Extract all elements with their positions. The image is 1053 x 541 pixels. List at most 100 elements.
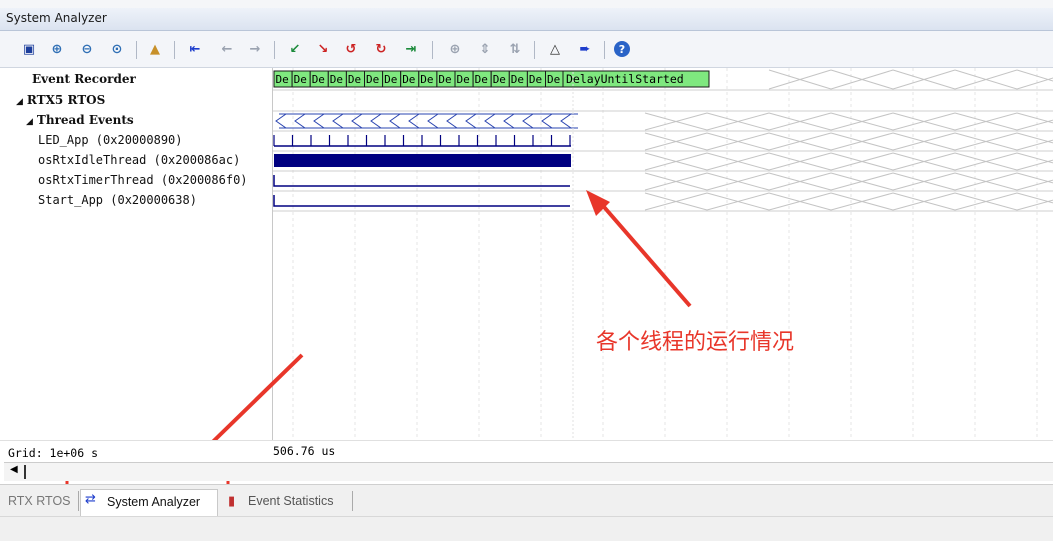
idle-thread-bar[interactable] [274, 154, 571, 167]
delta-icon[interactable]: △ [546, 40, 564, 58]
jump-start-icon[interactable]: ⇤ [186, 40, 204, 58]
grid-label: Grid: 1e+06 s [8, 446, 99, 460]
tab-system-analyzer[interactable]: ⇄ System Analyzer [80, 489, 218, 516]
toolbar-separator [534, 41, 535, 59]
thread-event-chevron [275, 113, 287, 129]
event-cell-label: De [438, 73, 451, 86]
system-analyzer-icon: ⇄ [85, 492, 96, 507]
thread-event-chevron [484, 113, 496, 129]
timeline-plot[interactable]: De De De De De De De De De De De De De De De De DelayUn… [273, 68, 1053, 440]
thread-event-chevron [294, 113, 306, 129]
no-data-hatch [644, 112, 1053, 211]
hatch-line [1016, 119, 1053, 131]
cursor-icon[interactable]: ⊕ [446, 40, 464, 58]
next-icon[interactable]: → [246, 40, 264, 58]
thread-event-chevron [427, 113, 439, 129]
event-cell-label: De [348, 73, 361, 86]
last-event-text: DelayUntilStarted [566, 72, 684, 86]
timeline-svg: De De De De De De De De De De De De De De De De DelayUn… [273, 68, 1053, 440]
event-cell-label: De [294, 73, 307, 86]
help-icon[interactable]: ? [614, 41, 630, 57]
scroll-left-icon[interactable]: ◀ [10, 464, 18, 475]
tab-rtx-rtos[interactable]: RTX RTOS [8, 494, 71, 508]
window-title: System Analyzer [6, 11, 107, 25]
row-separators [273, 89, 1053, 212]
thread-event-chevron [446, 113, 458, 129]
status-bar [0, 516, 1053, 541]
window-titlebar: System Analyzer [0, 8, 1053, 31]
collapse-triangle-icon[interactable]: ◢ [16, 97, 23, 107]
thread-events-track [275, 113, 578, 129]
event-cell-label: De [457, 73, 470, 86]
toolbar-separator [274, 41, 275, 59]
horizontal-scrollbar[interactable]: ◀ [4, 462, 1053, 481]
toolbar-separator [432, 41, 433, 59]
grid-info-bar: Grid: 1e+06 s 506.76 us [0, 440, 1053, 463]
event-cell-label: De [402, 73, 415, 86]
thread-event-chevron [503, 113, 515, 129]
thread-event-chevron [370, 113, 382, 129]
signal-tree: Event Recorder ◢ RTX5 RTOS ◢ Thread Events… [0, 68, 272, 440]
hatch-line [1016, 199, 1053, 211]
save-icon[interactable]: ▣ [20, 40, 38, 58]
event-cell-label: De [276, 73, 289, 86]
prev-icon[interactable]: ← [218, 40, 236, 58]
timeline-grid [292, 68, 1038, 440]
thread-event-chevron [389, 113, 401, 129]
rtx5-label: RTX5 RTOS [26, 93, 106, 107]
tab-bar: RTX RTOS ⇄ System Analyzer ▮ Event Stati… [0, 484, 1053, 517]
event-cell-label: De [529, 73, 542, 86]
lock-icon[interactable]: ▲ [146, 40, 164, 58]
event-cell-label: De [475, 73, 488, 86]
thread-event-chevron [313, 113, 325, 129]
marker-icon[interactable]: ⇅ [506, 40, 524, 58]
next-event-icon[interactable]: ↘ [314, 40, 332, 58]
thread-row-idle[interactable]: osRtxIdleThread (0x200086ac) [38, 153, 240, 167]
annotation-text: 各个线程的运行情况 [596, 330, 795, 355]
scroll-thumb[interactable] [24, 465, 26, 479]
zoom-out-icon[interactable]: ⊖ [78, 40, 96, 58]
start-app-line[interactable] [273, 195, 570, 207]
collapse-triangle-icon[interactable]: ◢ [26, 117, 33, 127]
thread-row-start-app[interactable]: Start_App (0x20000638) [38, 193, 197, 207]
event-cell-label: De [330, 73, 343, 86]
tab-separator [78, 491, 79, 511]
event-cell-label: De [420, 73, 433, 86]
led-app-track [273, 135, 571, 147]
thread-event-chevron [332, 113, 344, 129]
event-cell-label: De [511, 73, 524, 86]
tab-event-statistics[interactable]: Event Statistics [248, 494, 333, 508]
hatch-line [1016, 77, 1053, 90]
prev-error-icon[interactable]: ↺ [342, 40, 360, 58]
thread-event-chevron [465, 113, 477, 129]
timer-thread-line[interactable] [273, 175, 570, 187]
rtx5-node[interactable]: ◢ RTX5 RTOS [16, 93, 105, 107]
go-end-icon[interactable]: ➨ [576, 40, 594, 58]
thread-row-led-app[interactable]: LED_App (0x20000890) [38, 133, 183, 147]
no-data-hatch [768, 69, 1053, 90]
event-cell-label: De [384, 73, 397, 86]
event-cell-label: De [547, 73, 560, 86]
event-recorder-label[interactable]: Event Recorder [32, 72, 136, 86]
toolbar-separator [174, 41, 175, 59]
next-error-icon[interactable]: ↻ [372, 40, 390, 58]
code-icon[interactable]: ⇕ [476, 40, 494, 58]
thread-row-timer[interactable]: osRtxTimerThread (0x200086f0) [38, 173, 248, 187]
event-recorder-track: De De De De De De De De De De De De De De De De [273, 70, 565, 88]
toolbar-separator [604, 41, 605, 59]
jump-end-icon[interactable]: ⇥ [402, 40, 420, 58]
time-label: 506.76 us [273, 444, 336, 458]
thread-event-chevron [560, 113, 572, 129]
event-cell-label: De [366, 73, 379, 86]
event-cell-label: De [493, 73, 506, 86]
tab-system-analyzer-label: System Analyzer [107, 495, 201, 509]
top-strip [0, 0, 1053, 8]
zoom-all-icon[interactable]: ⊙ [108, 40, 126, 58]
event-cell-label: De [312, 73, 325, 86]
zoom-in-icon[interactable]: ⊕ [48, 40, 66, 58]
thread-events-node[interactable]: ◢ Thread Events [26, 113, 134, 127]
hatch-line [1016, 139, 1053, 151]
prev-event-icon[interactable]: ↙ [286, 40, 304, 58]
thread-events-label: Thread Events [36, 113, 134, 127]
hatch-line [1016, 179, 1053, 191]
